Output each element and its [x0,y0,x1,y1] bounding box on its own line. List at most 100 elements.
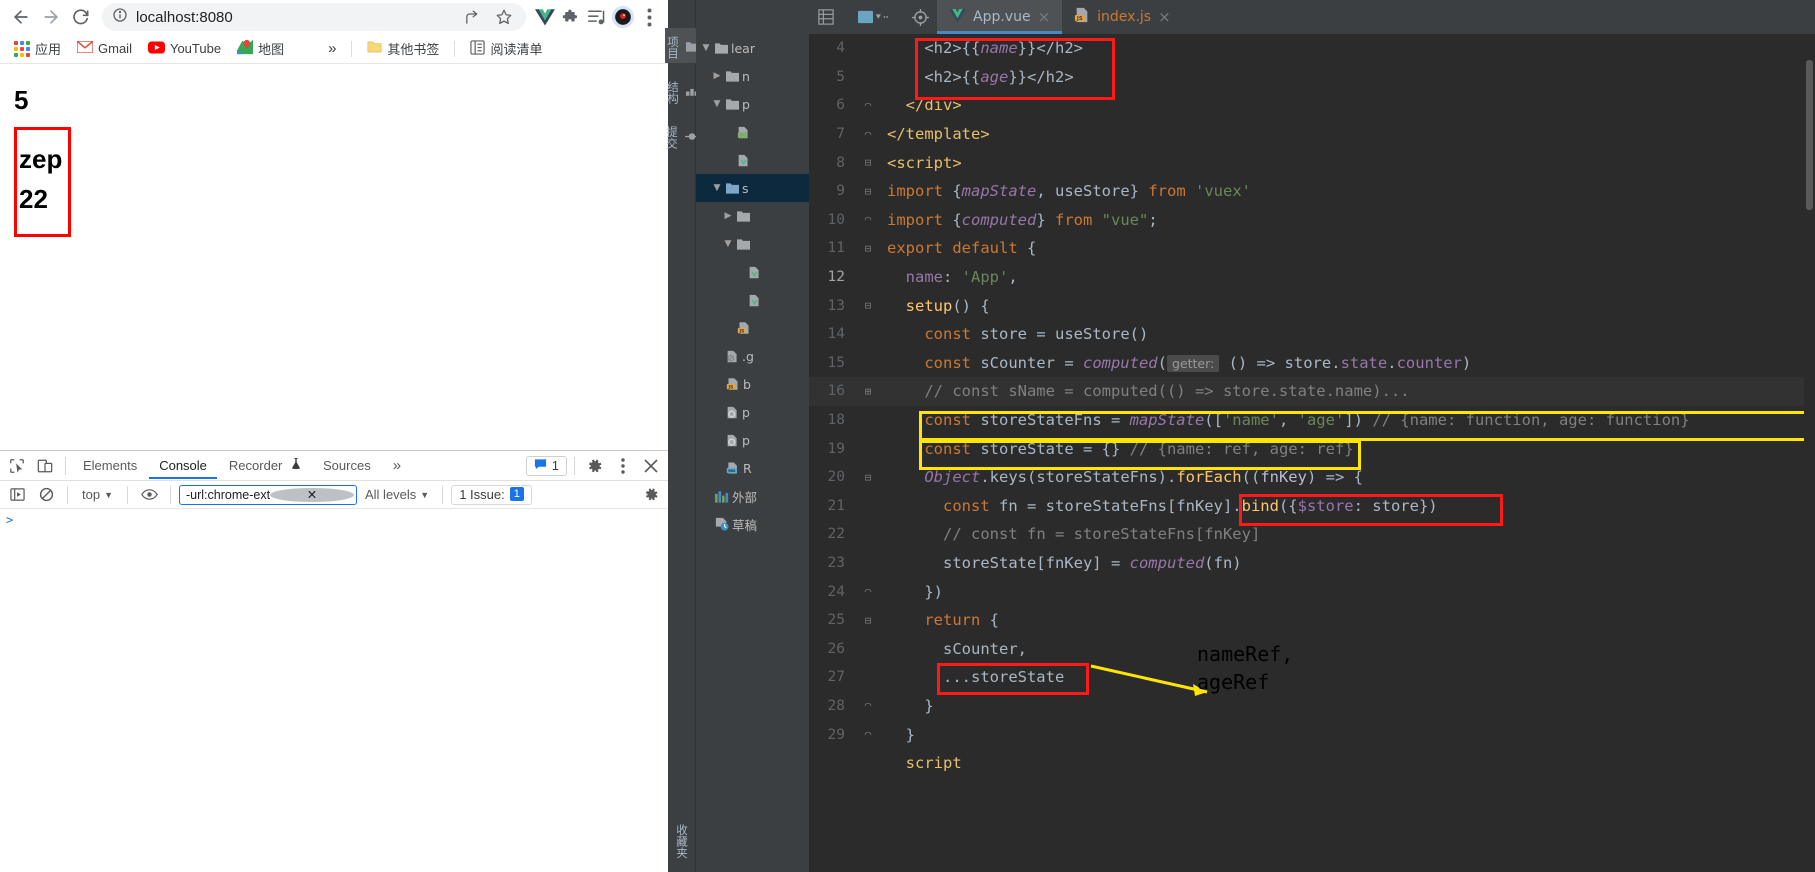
site-info-icon[interactable] [112,7,128,28]
project-tree-panel[interactable]: ▼ lear ▶ n ▼ p ▼ s ▶ ▼ JS .g JS b p p MD R 外部 草稿 [696,0,809,872]
fold-gutter-icon[interactable]: ⊞ [855,385,881,398]
clear-filter-icon[interactable]: ✕ [270,487,354,502]
code-line[interactable]: 19 const storeState = {} // {name: ref, … [809,434,1815,463]
bookmarks-overflow-button[interactable]: » [322,37,342,60]
chevron-right-icon[interactable]: ▶ [722,211,734,221]
code-line[interactable]: 20 ⊟ Object.keys(storeStateFns).forEach((… [809,463,1815,492]
code-line[interactable]: 18 const storeStateFns = mapState(['name… [809,406,1815,435]
reading-list-icon[interactable] [584,2,610,32]
chevron-down-icon[interactable]: ▼ [711,99,723,109]
code-line[interactable]: 28 ◠ } [809,692,1815,721]
issues-button[interactable]: 1 Issue: 1 [451,484,532,505]
fold-gutter-icon[interactable]: ⊟ [855,156,881,169]
code-line[interactable]: 7 ◠ </template> [809,120,1815,149]
tree-row[interactable] [696,146,809,174]
back-arrow-icon[interactable] [6,2,36,32]
reload-icon[interactable] [66,2,96,32]
bookmark-apps[interactable]: 应用 [8,36,67,61]
stripe-item-structure[interactable]: 结构 [665,73,698,108]
code-line[interactable]: 27 ...storeState [809,663,1815,692]
chevron-down-icon[interactable]: ▼ [722,239,734,249]
code-line[interactable]: 13 ⊟ setup() { [809,291,1815,320]
code-line[interactable]: 26 sCounter, [809,634,1815,663]
code-line[interactable]: 8 ⊟ <script> [809,148,1815,177]
tree-row[interactable]: p [696,398,809,426]
inspect-element-icon[interactable] [4,454,30,478]
fold-gutter-icon[interactable]: ⊟ [855,185,881,198]
fold-gutter-icon[interactable]: ◠ [855,728,881,741]
editor-tab-app-vue[interactable]: App.vue × [937,0,1063,34]
code-line[interactable]: 22 // const fn = storeStateFns[fnKey] [809,520,1815,549]
kebab-menu-icon[interactable] [610,454,636,478]
fold-gutter-icon[interactable]: ◠ [855,128,881,141]
forward-arrow-icon[interactable] [36,2,66,32]
address-bar[interactable]: localhost:8080 [102,3,526,31]
stripe-item-project[interactable]: 项目 [665,28,698,63]
device-toolbar-icon[interactable] [32,454,58,478]
tab-recorder[interactable]: Recorder [219,453,311,479]
code-line[interactable]: 14 const store = useStore() [809,320,1815,349]
execution-context-selector[interactable]: top ▼ [76,485,119,504]
console-output[interactable]: > [0,509,668,872]
tree-row[interactable] [696,118,809,146]
tree-row[interactable]: p [696,426,809,454]
tree-row[interactable]: ▼ [696,230,809,258]
tree-row[interactable]: 外部 [696,482,809,510]
tree-row[interactable]: ▼ p [696,90,809,118]
chrome-menu-icon[interactable] [636,2,662,32]
tree-row[interactable]: ▶ [696,202,809,230]
tree-row[interactable]: JS b [696,370,809,398]
chevron-down-icon[interactable]: ▼ [700,43,712,53]
tree-row[interactable]: MD R [696,454,809,482]
code-line[interactable]: 10 ◠ import {computed} from "vue"; [809,206,1815,235]
fold-gutter-icon[interactable]: ◠ [855,699,881,712]
tree-row[interactable]: 草稿 [696,510,809,538]
bookmark-youtube[interactable]: YouTube [142,38,227,60]
log-level-selector[interactable]: All levels ▼ [360,485,434,504]
bookmark-gmail[interactable]: Gmail [71,38,138,59]
code-editor[interactable]: 4 <h2>{{name}}</h2> 5 <h2>{{age}}</h2> 6 ◠ … [809,34,1815,872]
stripe-item-commit[interactable]: 提交 [664,118,699,153]
bookmark-other-bookmarks[interactable]: 其他书签 [361,36,445,61]
tab-elements[interactable]: Elements [73,453,147,479]
code-line[interactable]: 4 <h2>{{name}}</h2> [809,34,1815,63]
code-line[interactable]: 5 <h2>{{age}}</h2> [809,63,1815,92]
fold-gutter-icon[interactable]: ⊟ [855,471,881,484]
gear-icon[interactable] [638,483,664,507]
code-line[interactable]: 11 ⊟ export default { [809,234,1815,263]
stripe-item-bookmarks[interactable]: 收藏夹 [668,824,696,859]
editor-vertical-scrollbar[interactable] [1804,34,1815,872]
code-line[interactable]: script [809,749,1815,778]
share-icon[interactable] [460,5,484,29]
console-input-prompt[interactable]: > [0,509,668,531]
gear-icon[interactable] [582,454,608,478]
profile-avatar-icon[interactable] [610,2,636,32]
code-line[interactable]: 9 ⊟ import {mapState, useStore} from 'vuex… [809,177,1815,206]
fold-gutter-icon[interactable]: ⊟ [855,299,881,312]
vue-devtools-icon[interactable] [532,2,558,32]
close-icon[interactable] [638,454,664,478]
fold-gutter-icon[interactable]: ◠ [855,213,881,226]
live-expression-icon[interactable] [136,483,162,507]
tabs-overflow-button[interactable]: » [383,452,411,480]
message-count-badge[interactable]: 1 [525,455,567,476]
fold-gutter-icon[interactable]: ⊟ [855,242,881,255]
run-configuration-selector[interactable] [843,0,903,34]
tree-row[interactable]: ▼ lear [696,34,809,62]
tree-row[interactable]: ▶ n [696,62,809,90]
chevron-right-icon[interactable]: ▶ [711,71,723,81]
code-line[interactable]: 12 name: 'App', [809,263,1815,292]
tab-console[interactable]: Console [149,453,217,479]
star-icon[interactable] [492,5,516,29]
bookmark-maps[interactable]: 地图 [231,36,290,61]
fold-gutter-icon[interactable]: ⊟ [855,614,881,627]
chevron-down-icon[interactable]: ▼ [711,183,723,193]
code-line[interactable]: 24 ◠ }) [809,577,1815,606]
code-line[interactable]: 15 const sCounter = computed(getter: () … [809,349,1815,378]
tree-row[interactable]: .g [696,342,809,370]
console-sidebar-icon[interactable] [4,483,30,507]
code-line[interactable]: 6 ◠ </div> [809,91,1815,120]
fold-gutter-icon[interactable]: ◠ [855,99,881,112]
tree-row[interactable] [696,258,809,286]
code-line[interactable]: 29 ◠ } [809,720,1815,749]
